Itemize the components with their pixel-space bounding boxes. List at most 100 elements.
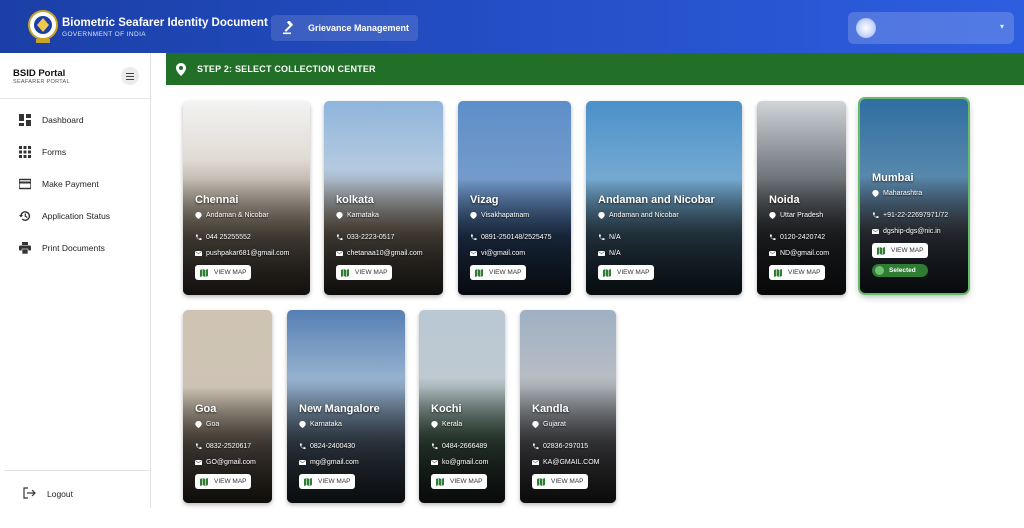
menu-toggle-button[interactable] (121, 67, 139, 85)
center-name: Kandla (532, 403, 569, 415)
sidebar-item-application-status[interactable]: Application Status (0, 205, 150, 227)
center-email-text: ND@gmail.com (780, 250, 830, 257)
collection-center-card[interactable]: Andaman and Nicobar Andaman and Nicobar N/… (586, 101, 742, 295)
center-location: Uttar Pradesh (769, 212, 823, 219)
location-pin-icon (195, 212, 202, 219)
view-map-button[interactable]: VIEW MAP (336, 265, 392, 280)
sidebar-item-dashboard[interactable]: Dashboard (0, 109, 150, 131)
center-phone: +91-22-22697971/72 (872, 212, 948, 219)
sidebar-item-label: Print Documents (42, 243, 105, 253)
email-icon (336, 251, 343, 256)
center-location-text: Andaman and Nicobar (609, 212, 679, 219)
center-location: Maharashtra (872, 190, 922, 197)
grievance-label: Grievance Management (308, 23, 410, 33)
phone-icon (470, 234, 477, 241)
collection-center-card[interactable]: Vizag Visakhapatnam 0891-250148/2525475 vi@… (458, 101, 571, 295)
step-header: STEP 2: SELECT COLLECTION CENTER (166, 53, 1024, 85)
sidebar-item-forms[interactable]: Forms (0, 141, 150, 163)
center-phone: 0824-2400430 (299, 443, 355, 450)
center-name: Noida (769, 194, 800, 206)
center-name: Goa (195, 403, 217, 415)
app-title: Biometric Seafarer Identity Document (62, 17, 268, 29)
phone-icon (336, 234, 343, 241)
center-email-text: mg@gmail.com (310, 459, 359, 466)
center-phone-text: 0120-2420742 (780, 234, 826, 241)
view-map-label: VIEW MAP (891, 247, 924, 254)
logout-button[interactable]: Logout (0, 482, 150, 504)
sidebar-item-label: Make Payment (42, 179, 99, 189)
collection-center-card[interactable]: Mumbai Maharashtra +91-22-22697971/72 dgshi… (860, 99, 968, 293)
center-location: Gujarat (532, 421, 566, 428)
chevron-down-icon: ▾ (999, 22, 1004, 31)
phone-icon (598, 234, 605, 241)
center-location-text: Gujarat (543, 421, 566, 428)
location-pin-icon (598, 212, 605, 219)
center-location: Andaman & Nicobar (195, 212, 269, 219)
center-phone: 044 25255552 (195, 234, 251, 241)
logout-label: Logout (47, 489, 73, 499)
view-map-label: VIEW MAP (355, 269, 388, 276)
center-phone-text: 0832-2520617 (206, 443, 252, 450)
portal-title: BSID Portal (13, 68, 66, 79)
collection-center-card[interactable]: kolkata Karnataka 033-2223-0517 chetanaa10@… (324, 101, 443, 295)
view-map-button[interactable]: VIEW MAP (470, 265, 526, 280)
view-map-button[interactable]: VIEW MAP (195, 474, 251, 489)
view-map-button[interactable]: VIEW MAP (598, 265, 654, 280)
email-icon (872, 229, 879, 234)
collection-center-card[interactable]: Kandla Gujarat 02836-297015 KA@GMAIL.COM VIE… (520, 310, 616, 503)
user-avatar (856, 18, 876, 38)
map-icon (436, 477, 444, 486)
sidebar-item-make-payment[interactable]: Make Payment (0, 173, 150, 195)
grievance-management-button[interactable]: Grievance Management (271, 15, 418, 41)
center-name: Vizag (470, 194, 499, 206)
center-email: ND@gmail.com (769, 250, 829, 257)
collection-center-card[interactable]: Kochi Kerala 0484-2666489 ko@gmail.com VIEW … (419, 310, 505, 503)
center-location: Kerala (431, 421, 462, 428)
center-phone-text: 0824-2400430 (310, 443, 356, 450)
center-phone-text: 044 25255552 (206, 234, 251, 241)
center-email: mg@gmail.com (299, 459, 359, 466)
view-map-button[interactable]: VIEW MAP (532, 474, 588, 489)
collection-center-card[interactable]: Noida Uttar Pradesh 0120-2420742 ND@gmail.c… (757, 101, 846, 295)
portal-subtitle: SEAFARER PORTAL (13, 79, 70, 85)
view-map-button[interactable]: VIEW MAP (431, 474, 487, 489)
user-menu[interactable]: ▾ (848, 12, 1014, 44)
center-location-text: Karnataka (347, 212, 379, 219)
center-phone-text: +91-22-22697971/72 (883, 212, 949, 219)
view-map-button[interactable]: VIEW MAP (769, 265, 825, 280)
view-map-button[interactable]: VIEW MAP (872, 243, 928, 258)
center-location-text: Maharashtra (883, 190, 923, 197)
phone-icon (769, 234, 776, 241)
center-phone-text: 02836-297015 (543, 443, 589, 450)
collection-center-card[interactable]: Goa Goa 0832-2520617 GO@gmail.com VIEW MAP (183, 310, 272, 503)
printer-icon (19, 242, 31, 254)
location-pin-icon (299, 421, 306, 428)
view-map-label: VIEW MAP (788, 269, 821, 276)
location-pin-icon (532, 421, 539, 428)
collection-center-card[interactable]: Chennai Andaman & Nicobar 044 25255552 push… (183, 101, 310, 295)
email-icon (598, 251, 605, 256)
divider (0, 98, 150, 99)
center-email: dgship-dgs@nic.in (872, 228, 941, 235)
logout-icon (23, 487, 36, 499)
center-phone: 033-2223-0517 (336, 234, 395, 241)
location-pin-icon (872, 190, 879, 197)
grid-icon (19, 146, 31, 158)
view-map-label: VIEW MAP (318, 478, 351, 485)
view-map-label: VIEW MAP (450, 478, 483, 485)
center-phone-text: N/A (609, 234, 621, 241)
center-location-text: Visakhapatnam (481, 212, 530, 219)
email-icon (195, 460, 202, 465)
email-icon (299, 460, 306, 465)
collection-center-card[interactable]: New Mangalore Karnataka 0824-2400430 mg@gma… (287, 310, 405, 503)
check-icon (875, 266, 884, 275)
sidebar-item-label: Forms (42, 147, 67, 157)
center-location-text: Uttar Pradesh (780, 212, 824, 219)
top-header: Biometric Seafarer Identity Document GOV… (0, 0, 1024, 53)
sidebar-item-print-documents[interactable]: Print Documents (0, 237, 150, 259)
center-location: Goa (195, 421, 219, 428)
view-map-button[interactable]: VIEW MAP (299, 474, 355, 489)
map-icon (877, 246, 885, 255)
map-icon (200, 477, 208, 486)
view-map-button[interactable]: VIEW MAP (195, 265, 251, 280)
